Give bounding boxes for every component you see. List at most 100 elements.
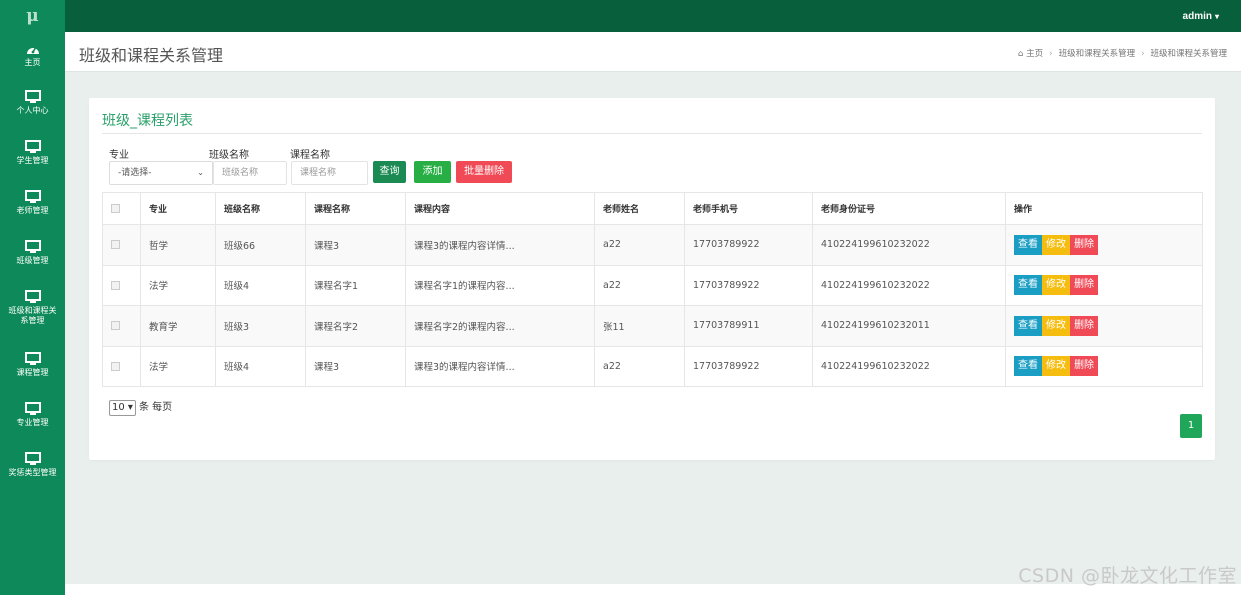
breadcrumb-home[interactable]: 主页: [1026, 49, 1043, 59]
breadcrumb-section[interactable]: 班级和课程关系管理: [1059, 49, 1136, 59]
page-size-value: 10: [112, 402, 125, 413]
cell-phone: 17703789911: [684, 305, 813, 347]
chevron-down-icon: ▾: [127, 402, 133, 413]
monitor-icon: [24, 402, 41, 415]
breadcrumb-current: 班级和课程关系管理: [1150, 49, 1227, 59]
cell-content: 课程3的课程内容详情...: [405, 345, 595, 387]
sidebar-item-label: 课程管理: [16, 368, 49, 377]
edit-button[interactable]: 修改: [1042, 315, 1070, 336]
sidebar-item-personal[interactable]: 个人中心: [0, 90, 65, 116]
app-logo[interactable]: μ: [0, 0, 65, 32]
pagination-page-button[interactable]: 1: [1180, 414, 1202, 438]
column-header[interactable]: 课程名称: [305, 192, 406, 225]
sidebar-item-label: 班级管理: [16, 256, 49, 265]
row-checkbox[interactable]: [111, 361, 120, 371]
user-menu[interactable]: admin ▾: [1183, 0, 1219, 32]
view-button[interactable]: 查看: [1014, 234, 1042, 255]
sidebar-item-home[interactable]: 主页: [0, 42, 65, 68]
breadcrumb: ⌂ 主页 › 班级和课程关系管理 › 班级和课程关系管理: [1018, 47, 1227, 59]
course-filter-label: 课程名称: [290, 150, 330, 161]
page-size-select[interactable]: 10 ▾: [109, 400, 136, 416]
sidebar-item-class-course[interactable]: 班级和课程关系管理: [0, 290, 65, 326]
sidebar-item-classes[interactable]: 班级管理: [0, 240, 65, 266]
row-select-cell[interactable]: [102, 345, 141, 387]
sidebar-item-reward-types[interactable]: 奖惩类型管理: [0, 452, 65, 478]
column-header[interactable]: 老师身份证号: [812, 192, 1006, 225]
caret-down-icon: ▾: [1214, 12, 1219, 21]
sidebar-item-students[interactable]: 学生管理: [0, 140, 65, 166]
view-button[interactable]: 查看: [1014, 315, 1042, 336]
cell-content: 课程名字2的课程内容...: [405, 305, 595, 347]
column-header: 操作: [1005, 192, 1203, 225]
cell-class: 班级3: [215, 305, 306, 347]
view-button[interactable]: 查看: [1014, 275, 1042, 296]
query-button[interactable]: 查询: [373, 161, 406, 183]
class-name-input[interactable]: 班级名称: [213, 161, 287, 185]
card-title: 班级_课程列表: [102, 113, 193, 129]
delete-button[interactable]: 删除: [1070, 275, 1098, 296]
row-checkbox[interactable]: [111, 240, 120, 250]
dashboard-icon: [26, 46, 39, 54]
sidebar: 主页 个人中心 学生管理 老师管理 班级管理 班级和课程关系管理 课程管理 专业…: [0, 32, 65, 595]
cell-major: 教育学: [140, 305, 216, 347]
sidebar-item-label: 老师管理: [16, 206, 49, 215]
major-filter-label: 专业: [109, 150, 129, 161]
home-icon: ⌂: [1018, 49, 1024, 59]
monitor-icon: [24, 452, 41, 465]
breadcrumb-separator: ›: [1049, 49, 1053, 59]
delete-button[interactable]: 删除: [1070, 356, 1098, 377]
major-select[interactable]: -请选择- ⌄: [109, 161, 213, 185]
column-header[interactable]: 老师手机号: [684, 192, 813, 225]
view-button[interactable]: 查看: [1014, 356, 1042, 377]
table-header-row: 专业 班级名称 课程名称 课程内容 老师姓名 老师手机号 老师身份证号 操作: [102, 192, 1203, 225]
cell-actions: 查看 修改 删除: [1005, 305, 1203, 347]
select-all-checkbox[interactable]: [111, 203, 120, 213]
monitor-icon: [24, 290, 41, 303]
data-table: 专业 班级名称 课程名称 课程内容 老师姓名 老师手机号 老师身份证号 操作 哲…: [102, 192, 1203, 387]
cell-class: 班级4: [215, 345, 306, 387]
cell-actions: 查看 修改 删除: [1005, 345, 1203, 387]
table-row: 法学 班级4 课程3 课程3的课程内容详情... a22 17703789922…: [102, 345, 1203, 387]
row-select-cell[interactable]: [102, 264, 141, 306]
cell-idcard: 410224199610232022: [812, 224, 1006, 266]
delete-button[interactable]: 删除: [1070, 315, 1098, 336]
row-select-cell[interactable]: [102, 224, 141, 266]
delete-button[interactable]: 删除: [1070, 234, 1098, 255]
sidebar-item-label: 主页: [24, 58, 41, 67]
monitor-icon: [24, 240, 41, 253]
sidebar-item-label: 学生管理: [16, 156, 49, 165]
sidebar-item-label: 班级和课程关系管理: [8, 306, 57, 325]
cell-course: 课程名字2: [305, 305, 406, 347]
list-card: 班级_课程列表 专业 班级名称 课程名称 -请选择- ⌄ 班级名称 课程名称 查…: [89, 98, 1215, 460]
user-name: admin: [1182, 11, 1212, 22]
class-filter-label: 班级名称: [209, 150, 249, 161]
edit-button[interactable]: 修改: [1042, 356, 1070, 377]
content-area: 班级_课程列表 专业 班级名称 课程名称 -请选择- ⌄ 班级名称 课程名称 查…: [65, 72, 1241, 584]
course-name-input[interactable]: 课程名称: [291, 161, 368, 185]
batch-delete-button[interactable]: 批量删除: [456, 161, 512, 183]
edit-button[interactable]: 修改: [1042, 275, 1070, 296]
column-header[interactable]: 班级名称: [215, 192, 306, 225]
table-row: 法学 班级4 课程名字1 课程名字1的课程内容... a22 177037899…: [102, 264, 1203, 306]
top-bar: μ admin ▾: [0, 0, 1241, 32]
column-header[interactable]: 课程内容: [405, 192, 595, 225]
sidebar-item-teachers[interactable]: 老师管理: [0, 190, 65, 216]
watermark: CSDN @卧龙文化工作室: [1018, 565, 1237, 587]
column-header[interactable]: 老师姓名: [594, 192, 685, 225]
cell-actions: 查看 修改 删除: [1005, 264, 1203, 306]
major-select-value: -请选择-: [118, 168, 152, 178]
cell-teacher: a22: [594, 345, 685, 387]
edit-button[interactable]: 修改: [1042, 234, 1070, 255]
row-checkbox[interactable]: [111, 321, 120, 331]
sidebar-item-courses[interactable]: 课程管理: [0, 352, 65, 378]
select-all-cell[interactable]: [102, 192, 141, 225]
cell-major: 哲学: [140, 224, 216, 266]
column-header[interactable]: 专业: [140, 192, 216, 225]
cell-idcard: 410224199610232022: [812, 264, 1006, 306]
cell-teacher: a22: [594, 264, 685, 306]
sidebar-item-majors[interactable]: 专业管理: [0, 402, 65, 428]
row-select-cell[interactable]: [102, 305, 141, 347]
add-button[interactable]: 添加: [414, 161, 451, 183]
row-checkbox[interactable]: [111, 280, 120, 290]
cell-actions: 查看 修改 删除: [1005, 224, 1203, 266]
